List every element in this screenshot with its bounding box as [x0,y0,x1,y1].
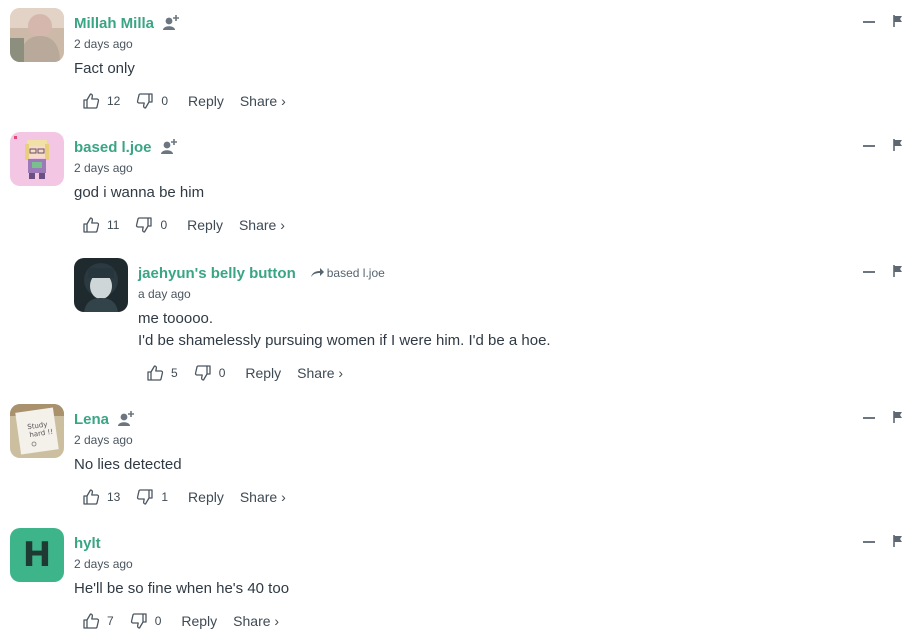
comment-text: No lies detected [74,454,298,476]
like-button[interactable]: 11 [82,216,119,234]
like-count: 13 [107,490,121,504]
collapse-icon[interactable] [863,21,875,23]
reply-button[interactable]: Reply [188,489,224,505]
dislike-count: 0 [161,94,169,108]
comment: Millah Milla 2 days ago Fact only 12 0 R… [0,8,917,118]
comment-text: me tooooo. I'd be shamelessly pursuing w… [138,308,551,352]
thumbs-up-icon [83,93,100,109]
dislike-count: 1 [161,490,169,504]
comment-time: 2 days ago [74,161,133,175]
dislike-button[interactable]: 1 [136,488,168,506]
like-count: 12 [107,94,121,108]
comment-time: 2 days ago [74,557,133,571]
reply-comment: jaehyun's belly button based l.joe a day… [0,258,917,388]
reply-button[interactable]: Reply [188,93,224,109]
thumbs-up-icon [83,489,100,505]
avatar[interactable] [10,8,64,62]
username[interactable]: hylt [74,535,101,552]
reply-button[interactable]: Reply [245,365,281,381]
share-button[interactable]: Share › [240,489,286,505]
reply-button[interactable]: Reply [187,217,223,233]
comment-text-line: god i wanna be him [74,184,205,201]
share-button[interactable]: Share › [240,93,286,109]
comment-text-line: I'd be shamelessly pursuing women if I w… [138,332,551,349]
follow-user-icon[interactable] [160,138,178,156]
avatar[interactable]: H [10,528,64,582]
collapse-icon[interactable] [863,541,875,543]
flag-icon[interactable] [893,265,903,277]
share-button[interactable]: Share › [233,613,279,629]
dislike-button[interactable]: 0 [194,364,226,382]
collapse-icon[interactable] [863,145,875,147]
comment-time: 2 days ago [74,37,133,51]
collapse-icon[interactable] [863,271,875,273]
thumbs-up-icon [83,217,100,233]
comment: H hylt 2 days ago He'll be so fine when … [0,528,917,638]
like-button[interactable]: 5 [146,364,178,382]
avatar-letter: H [22,535,52,575]
thumbs-up-icon [147,365,164,381]
username[interactable]: jaehyun's belly button [138,265,296,282]
thumbs-down-icon [130,613,147,629]
like-button[interactable]: 12 [82,92,120,110]
dislike-count: 0 [218,366,226,380]
username[interactable]: Lena [74,411,109,428]
username[interactable]: based l.joe [74,139,152,156]
comment: Study hard !! Lena 2 days ago No lies de… [0,404,917,514]
thumbs-down-icon [137,93,154,109]
comment-text: Fact only [74,58,298,80]
reply-arrow-icon [310,268,324,277]
comment-text: He'll be so fine when he's 40 too [74,578,291,600]
dislike-button[interactable]: 0 [136,92,168,110]
avatar[interactable] [10,132,64,186]
thumbs-down-icon [137,489,154,505]
like-button[interactable]: 7 [82,612,114,630]
username[interactable]: Millah Milla [74,15,154,32]
reply-to-username: based l.joe [326,266,385,280]
like-count: 11 [107,218,120,232]
reply-button[interactable]: Reply [181,613,217,629]
follow-user-icon[interactable] [162,14,180,32]
comment: based l.joe 2 days ago god i wanna be hi… [0,132,917,242]
comment-time: a day ago [138,287,191,301]
flag-icon[interactable] [893,535,903,547]
like-button[interactable]: 13 [82,488,120,506]
follow-user-icon[interactable] [117,410,135,428]
comment-text-line: He'll be so fine when he's 40 too [74,580,290,597]
dislike-count: 0 [160,218,168,232]
comment-text: god i wanna be him [74,182,297,204]
dislike-button[interactable]: 0 [135,216,167,234]
thumbs-down-icon [136,217,153,233]
dislike-count: 0 [154,614,162,628]
share-button[interactable]: Share › [297,365,343,381]
reply-to-indicator[interactable]: based l.joe [310,266,385,280]
comment-text-line: No lies detected [74,456,182,473]
avatar[interactable] [74,258,128,312]
flag-icon[interactable] [893,15,903,27]
thumbs-down-icon [194,365,211,381]
thumbs-up-icon [83,613,100,629]
comment-text-line: me tooooo. [138,310,214,327]
like-count: 5 [171,366,178,380]
comment-text-line: Fact only [74,60,135,77]
flag-icon[interactable] [893,411,903,423]
avatar[interactable]: Study hard !! [10,404,64,458]
comment-time: 2 days ago [74,433,133,447]
dislike-button[interactable]: 0 [130,612,162,630]
collapse-icon[interactable] [863,417,875,419]
flag-icon[interactable] [893,139,903,151]
share-button[interactable]: Share › [239,217,285,233]
like-count: 7 [107,614,114,628]
